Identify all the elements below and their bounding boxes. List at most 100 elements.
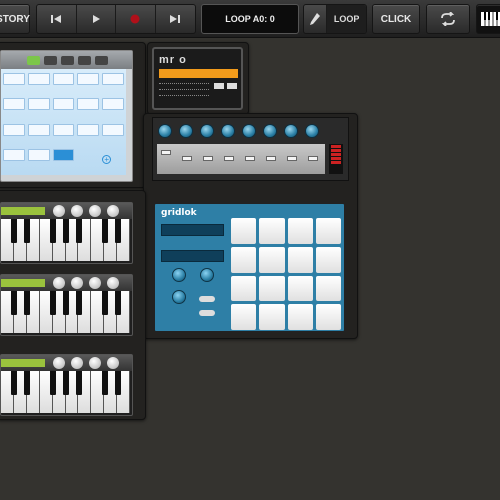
drum-pad[interactable] [231,218,257,244]
keyboard-knob[interactable] [89,205,101,217]
keyboard-lcd [1,207,45,215]
drum-pad[interactable] [259,275,285,302]
channel-fader[interactable] [203,156,213,161]
drum-pad[interactable] [287,275,313,302]
keyboard-knob[interactable] [107,277,119,289]
pattern-pad[interactable] [3,123,25,136]
mixer-knob[interactable] [284,124,298,138]
pattern-pad-selected[interactable] [52,148,75,161]
drum-pad[interactable] [259,246,285,273]
channel-fader[interactable] [266,156,276,161]
keyboard-knob[interactable] [107,205,119,217]
keyboard-knob[interactable] [89,357,101,369]
drum-pad[interactable] [287,304,313,330]
drum-pad[interactable] [315,218,341,244]
keyboard-knob[interactable] [71,205,83,217]
drum-pad[interactable] [315,304,341,330]
pattern-pad[interactable] [102,98,124,111]
mixer-knob[interactable] [200,124,214,138]
gridlok-toggle[interactable] [199,310,215,316]
pattern-pad[interactable] [102,73,124,85]
channel-fader[interactable] [224,156,234,161]
keyboard-knob[interactable] [107,357,119,369]
pattern-pad[interactable] [3,98,25,111]
mixer-knob[interactable] [221,124,235,138]
pattern-sequencer[interactable]: + [0,50,133,182]
sync-button[interactable] [426,4,470,34]
pattern-pad[interactable] [3,73,25,85]
gridlok-toggle[interactable] [199,296,215,302]
gridlok-knob[interactable] [172,290,186,304]
pattern-pad[interactable] [3,148,25,161]
gridlok-kit-display[interactable] [161,224,224,236]
channel-fader[interactable] [287,156,297,161]
pencil-icon [310,13,321,25]
mmo-button[interactable] [214,83,224,89]
mmo-param-row [159,95,209,99]
pattern-pad[interactable] [77,98,100,111]
toolbar: STORY LOOP A0: 0 LOOP CLICK [0,0,500,38]
pattern-pad[interactable] [52,73,75,85]
drum-pad[interactable] [231,275,257,302]
skip-forward-icon [170,15,181,23]
play-button[interactable] [77,5,116,33]
mmo-button[interactable] [227,83,237,89]
keyboard-knob[interactable] [53,205,65,217]
pencil-button[interactable] [304,5,328,33]
keyboard-knob[interactable] [53,357,65,369]
mmo-param-row [159,89,209,93]
drum-pad[interactable] [259,218,285,244]
mmo-synth-device[interactable]: mr o [152,47,243,110]
pattern-pad[interactable] [27,123,50,136]
loop-button[interactable]: LOOP [327,5,366,33]
pattern-pad[interactable] [77,123,100,136]
drum-pad[interactable] [315,246,341,273]
channel-fader[interactable] [161,150,171,155]
drum-pad[interactable] [287,246,313,273]
channel-fader[interactable] [245,156,255,161]
channel-fader[interactable] [308,156,318,161]
piano-keys[interactable] [1,219,131,261]
seq-button-active[interactable] [27,55,40,65]
history-button[interactable]: STORY [0,4,30,34]
keyboard-button[interactable] [476,4,500,34]
drum-pad[interactable] [231,304,257,330]
mixer-knob[interactable] [305,124,319,138]
mixer-knob[interactable] [158,124,172,138]
pattern-pad[interactable] [27,73,50,85]
keyboard-knob[interactable] [71,277,83,289]
gridlok-sound-display[interactable] [161,250,224,262]
drum-pad[interactable] [231,246,257,273]
record-button[interactable] [116,5,156,33]
seq-button[interactable] [44,55,57,65]
keyboard-knob[interactable] [53,277,65,289]
skip-forward-button[interactable] [156,5,195,33]
add-pattern-icon[interactable]: + [102,155,112,165]
pattern-pad[interactable] [52,98,75,111]
history-label: STORY [0,13,30,25]
mixer-knob[interactable] [179,124,193,138]
pattern-pad[interactable] [27,98,50,111]
drum-pad[interactable] [259,304,285,330]
drum-pad[interactable] [315,275,341,302]
seq-button[interactable] [61,55,74,65]
seq-button[interactable] [78,55,91,65]
gridlok-knob[interactable] [172,268,186,282]
mixer-knob[interactable] [263,124,277,138]
rewind-button[interactable] [37,5,77,33]
keyboard-knob[interactable] [71,357,83,369]
channel-fader[interactable] [182,156,192,161]
mmo-preset-display[interactable] [159,69,238,78]
pattern-pad[interactable] [77,73,100,85]
mixer-knob[interactable] [242,124,256,138]
pattern-pad[interactable] [52,123,75,136]
pattern-pad[interactable] [27,148,50,161]
keyboard-knob[interactable] [89,277,101,289]
drum-pad[interactable] [287,218,313,244]
piano-keys[interactable] [1,371,131,413]
gridlok-knob[interactable] [200,268,214,282]
piano-keys[interactable] [1,291,131,333]
seq-button[interactable] [95,55,108,65]
pattern-pad[interactable] [102,123,124,136]
click-button[interactable]: CLICK [372,4,420,34]
